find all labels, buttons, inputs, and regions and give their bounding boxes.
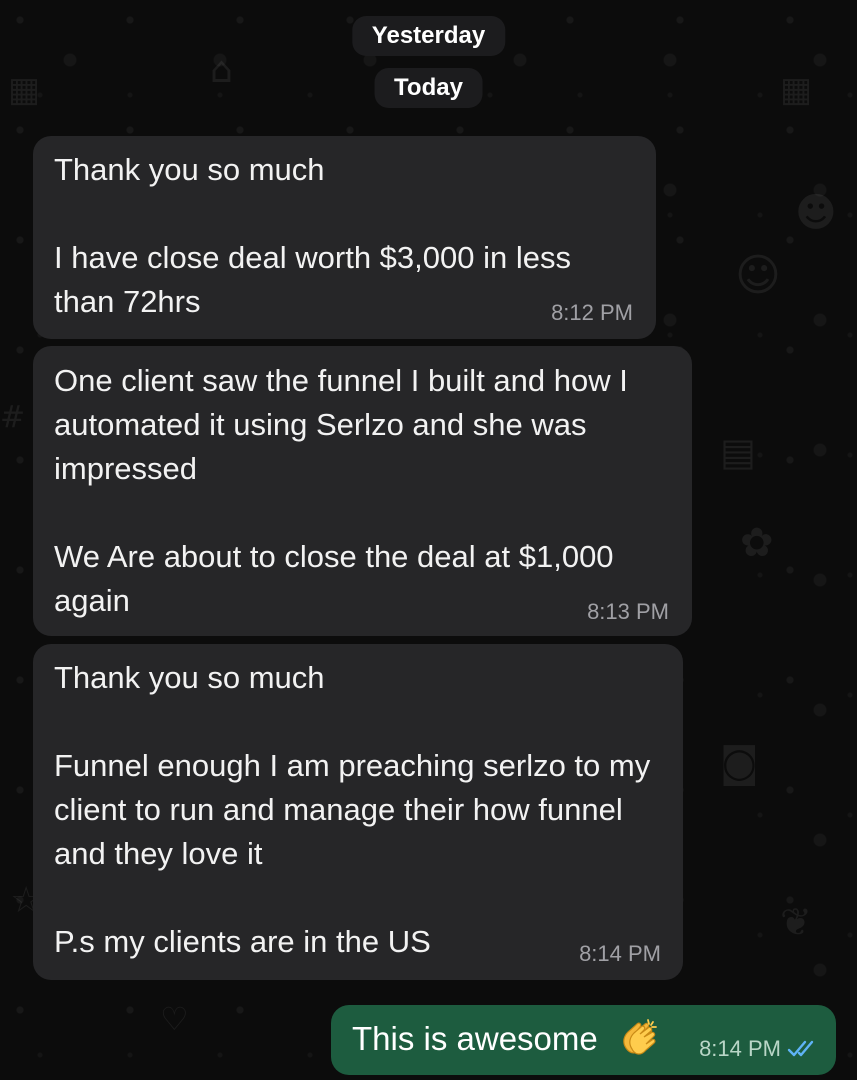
message-text: Thank you so much I have close deal wort… bbox=[54, 152, 571, 319]
outgoing-message-bubble[interactable]: This is awesome 8:14 PM bbox=[331, 1005, 836, 1075]
message-timestamp: 8:12 PM bbox=[551, 300, 633, 325]
calculator-doodle-icon: ▤ bbox=[720, 430, 756, 474]
incoming-message-bubble[interactable]: One client saw the funnel I built and ho… bbox=[33, 346, 692, 636]
incoming-message-bubble[interactable]: Thank you so much Funnel enough I am pre… bbox=[33, 644, 683, 980]
date-separator-yesterday: Yesterday bbox=[351, 16, 506, 56]
message-text: One client saw the funnel I built and ho… bbox=[54, 363, 628, 618]
date-separator-today: Today bbox=[374, 68, 483, 108]
paw-doodle-icon: ✿ bbox=[740, 520, 774, 566]
message-text: This is awesome bbox=[352, 1020, 598, 1057]
message-timestamp: 8:14 PM bbox=[699, 1036, 781, 1061]
read-double-check-icon bbox=[787, 1040, 814, 1057]
message-timestamp: 8:14 PM bbox=[579, 941, 661, 966]
calendar-doodle-icon: ▦ bbox=[8, 70, 41, 110]
house-doodle-icon: ⌂ bbox=[210, 50, 233, 91]
hash-doodle-icon: # bbox=[0, 400, 26, 435]
heart-doodle-icon: ♡ bbox=[160, 1000, 189, 1038]
message-timestamp: 8:13 PM bbox=[587, 599, 669, 624]
camera-doodle-icon: ◙ bbox=[720, 740, 759, 786]
clapping-hands-emoji-icon bbox=[623, 1019, 657, 1055]
incoming-message-bubble[interactable]: Thank you so much I have close deal wort… bbox=[33, 136, 656, 339]
message-text: Thank you so much Funnel enough I am pre… bbox=[54, 660, 651, 959]
leaf-doodle-icon: ❦ bbox=[780, 900, 812, 944]
calendar-doodle-icon: ▦ bbox=[780, 70, 813, 110]
popsicle-doodle-icon: ☻ bbox=[795, 190, 837, 236]
smiley-doodle-icon: ☺ bbox=[735, 250, 781, 301]
